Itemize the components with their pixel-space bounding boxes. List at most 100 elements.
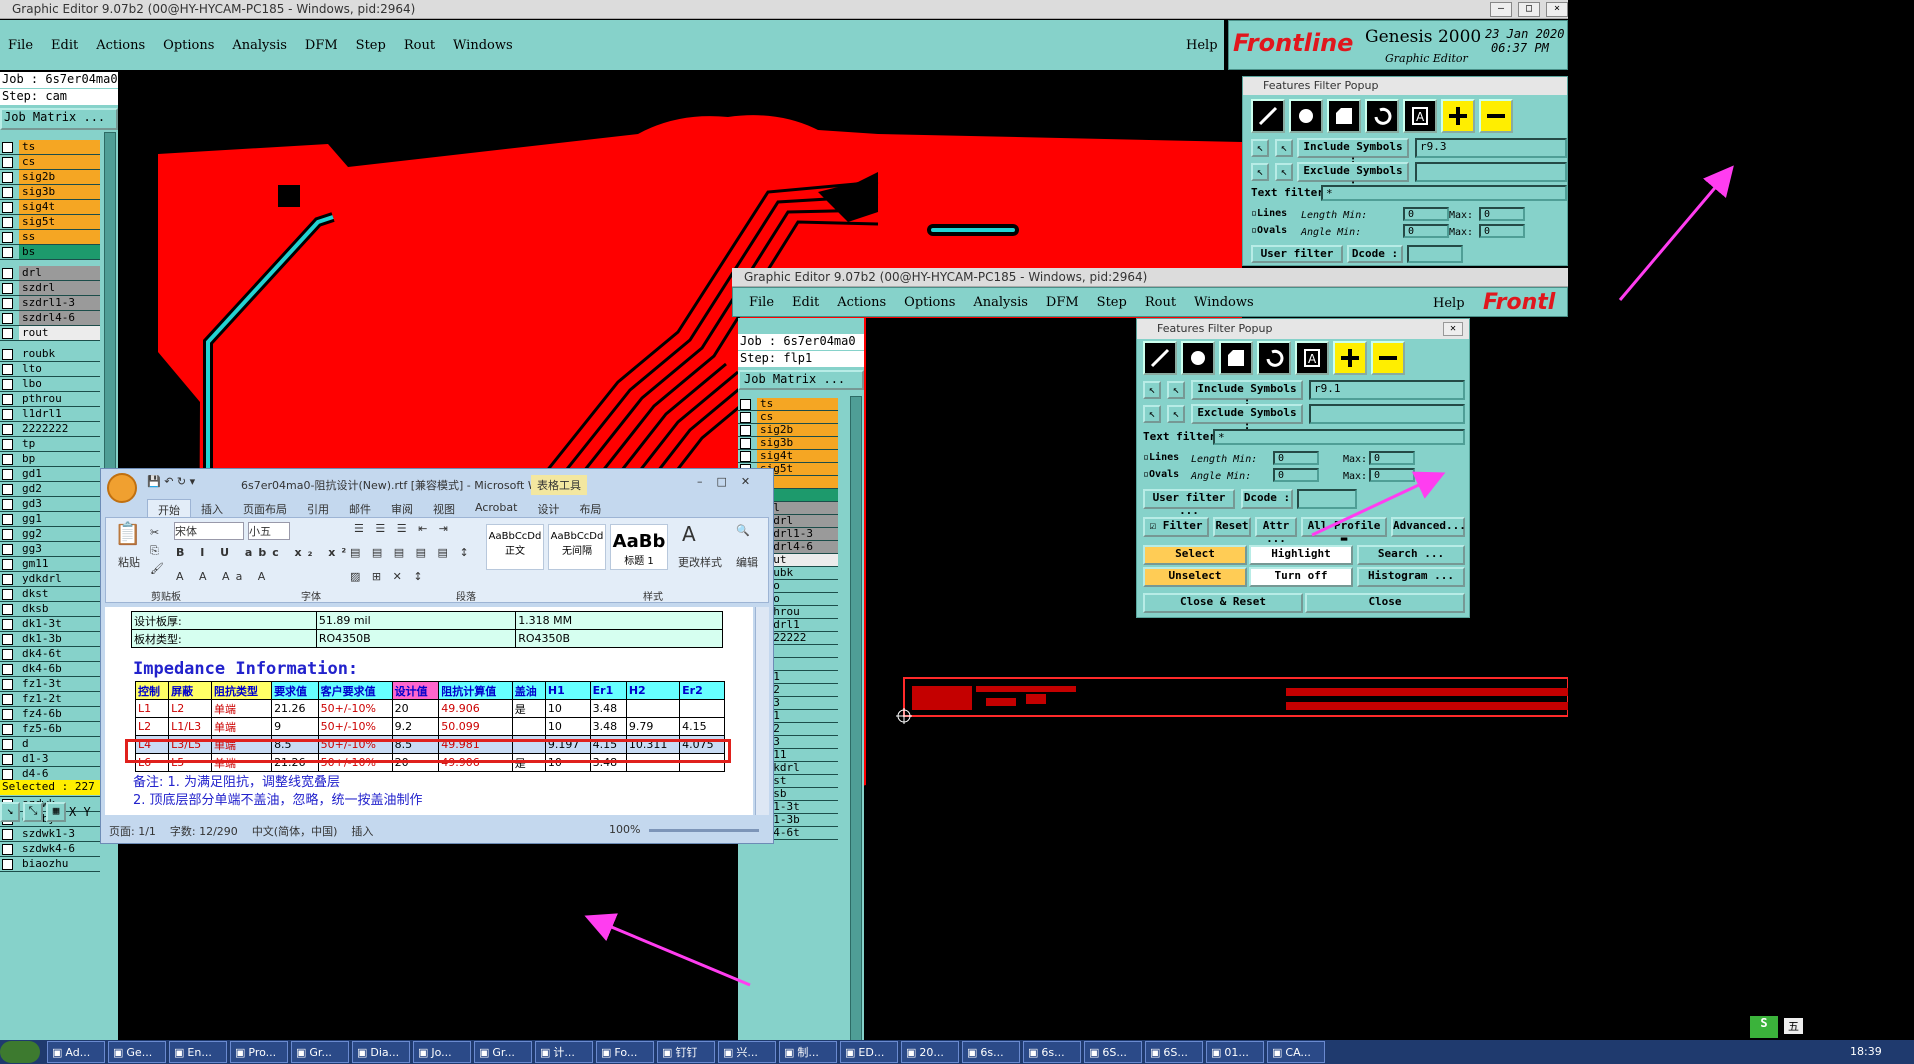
taskbar-item[interactable]: ▣ Ge... — [108, 1041, 166, 1063]
quick-access-icons[interactable]: 💾 ↶ ↻ ▾ — [147, 475, 195, 488]
layer-row[interactable]: sig2b — [0, 170, 100, 185]
close-button[interactable]: × — [1546, 2, 1568, 17]
second-menu-file[interactable]: File — [749, 295, 774, 310]
layer-row[interactable]: lto — [0, 362, 100, 377]
word-maximize[interactable]: □ — [717, 475, 727, 488]
layer-name[interactable]: lbo — [19, 377, 100, 391]
board-info-cell[interactable]: 1.318 MM — [515, 611, 723, 630]
user-filter-button[interactable]: User filter ... — [1251, 245, 1343, 273]
layer-name[interactable]: cs — [19, 155, 100, 169]
layer-checkbox[interactable] — [2, 543, 13, 555]
layer-row[interactable]: gd3 — [0, 497, 100, 512]
impedance-header-cell[interactable]: Er1 — [589, 681, 627, 700]
user-filter-button-2[interactable]: User filter ... — [1143, 489, 1235, 517]
layer-name[interactable]: bs — [19, 245, 100, 259]
layer-name[interactable]: szdwk4-6 — [19, 842, 100, 856]
layer-row[interactable]: dk4-6t — [0, 647, 100, 662]
surface-tool-icon-2[interactable] — [1219, 341, 1253, 375]
layer-name[interactable]: d4-6 — [19, 767, 100, 781]
layer-name[interactable]: fz4-6b — [19, 707, 100, 721]
align-icons[interactable]: ▤ ▤ ▤ ▤ ▤ ↕ — [350, 546, 473, 559]
tool-select-icon[interactable]: ↘ — [0, 802, 20, 822]
layer-name[interactable]: szdrl4-6 — [19, 311, 100, 325]
layer-row[interactable]: 2222222 — [0, 422, 100, 437]
minus-icon[interactable] — [1479, 99, 1513, 133]
taskbar-item[interactable]: ▣ 钉钉 — [657, 1041, 715, 1063]
status-language[interactable]: 中文(简体，中国) — [252, 823, 338, 839]
layer-checkbox[interactable] — [2, 528, 13, 540]
select-button[interactable]: Select — [1143, 545, 1247, 565]
taskbar-item[interactable]: ▣ 6s... — [962, 1041, 1020, 1063]
second-help-menu[interactable]: Help — [1433, 296, 1465, 311]
taskbar-item[interactable]: ▣ Dia... — [352, 1041, 410, 1063]
impedance-header-cell[interactable]: 设计值 — [391, 681, 440, 700]
impedance-row[interactable]: L1 L2 单端 21.26 50+/-10% 20 49.906 是 10 3.48 — [134, 699, 725, 718]
impedance-header-cell[interactable]: 盖油 — [511, 681, 546, 700]
exclude-pick-icon-2[interactable]: ↖ — [1167, 405, 1185, 423]
exclude-symbols-field[interactable] — [1415, 162, 1567, 182]
find-icon[interactable]: 🔍 — [736, 524, 750, 537]
second-layer-name[interactable]: sig2b — [757, 424, 838, 436]
layer-checkbox[interactable] — [2, 438, 13, 450]
length-min-field[interactable]: 0 — [1403, 207, 1449, 221]
second-layer-checkbox[interactable] — [740, 398, 751, 410]
impedance-header-cell[interactable]: Er2 — [679, 681, 725, 700]
layer-checkbox[interactable] — [2, 513, 13, 525]
layer-checkbox[interactable] — [2, 282, 13, 294]
taskbar-item[interactable]: ▣ 兴... — [718, 1041, 776, 1063]
taskbar-item[interactable]: ▣ 6S... — [1084, 1041, 1142, 1063]
layer-name[interactable]: sig5t — [19, 215, 100, 229]
impedance-cell[interactable]: 4.15 — [679, 717, 725, 736]
layer-name[interactable]: sig2b — [19, 170, 100, 184]
second-layer-scrollbar[interactable] — [850, 396, 862, 1056]
text-tool-icon[interactable]: A — [1403, 99, 1437, 133]
include-arrow-icon[interactable]: ↖ — [1251, 139, 1269, 157]
impedance-cell[interactable]: 9.2 — [391, 717, 440, 736]
layer-checkbox[interactable] — [2, 858, 13, 870]
impedance-cell[interactable]: 50.099 — [438, 717, 513, 736]
taskbar-item[interactable]: ▣ Ad... — [47, 1041, 105, 1063]
layer-name[interactable]: lto — [19, 362, 100, 376]
layer-checkbox[interactable] — [2, 573, 13, 585]
layer-checkbox[interactable] — [2, 327, 13, 339]
menu-analysis[interactable]: Analysis — [232, 38, 287, 53]
layer-row[interactable]: sig3b — [0, 185, 100, 200]
impedance-header-cell[interactable]: 客户要求值 — [317, 681, 393, 700]
second-layer-checkbox[interactable] — [740, 450, 751, 462]
second-layer-checkbox[interactable] — [740, 411, 751, 423]
reset-button[interactable]: Reset — [1213, 517, 1251, 537]
layer-row[interactable]: gm11 — [0, 557, 100, 572]
layer-name[interactable]: gm11 — [19, 557, 100, 571]
second-layer-name[interactable]: ts — [757, 398, 838, 410]
tool-zoom-icon[interactable]: ⤡ — [23, 802, 43, 822]
impedance-cell[interactable]: 9 — [271, 717, 319, 736]
word-vertical-scrollbar[interactable] — [755, 607, 769, 815]
taskbar-item[interactable]: ▣ ED... — [840, 1041, 898, 1063]
layer-row[interactable]: l1drl1 — [0, 407, 100, 422]
impedance-cell[interactable]: 3.48 — [589, 717, 627, 736]
layer-checkbox[interactable] — [2, 738, 13, 750]
layer-checkbox[interactable] — [2, 363, 13, 375]
zoom-level[interactable]: 100% — [609, 823, 640, 836]
include-symbols-button[interactable]: Include Symbols : — [1297, 138, 1409, 166]
layer-row[interactable]: d — [0, 737, 100, 752]
layer-row[interactable]: bs — [0, 245, 100, 260]
popup2-close-button[interactable]: Close — [1305, 593, 1465, 613]
impedance-row[interactable]: L2 L1/L3 单端 9 50+/-10% 9.2 50.099 10 3.48 9.79 4.1… — [134, 717, 725, 736]
layer-row[interactable]: biaozhu — [0, 857, 100, 872]
impedance-cell[interactable]: 是 — [511, 699, 546, 718]
impedance-cell[interactable]: 21.26 — [271, 699, 319, 718]
menu-windows[interactable]: Windows — [453, 38, 513, 53]
layer-checkbox[interactable] — [2, 483, 13, 495]
start-button[interactable] — [0, 1041, 40, 1063]
layer-checkbox[interactable] — [2, 171, 13, 183]
include-symbols-field-2[interactable]: r9.1 — [1309, 380, 1465, 400]
layer-row[interactable]: gd1 — [0, 467, 100, 482]
layer-name[interactable]: 2222222 — [19, 422, 100, 436]
shading-icons[interactable]: ▨ ⊞ ✕ ↕ — [350, 570, 427, 583]
help-menu[interactable]: Help — [1186, 38, 1218, 53]
layer-checkbox[interactable] — [2, 393, 13, 405]
impedance-header-cell[interactable]: H2 — [625, 681, 681, 700]
layer-checkbox[interactable] — [2, 753, 13, 765]
board-info-cell[interactable]: 板材类型: — [131, 629, 317, 648]
